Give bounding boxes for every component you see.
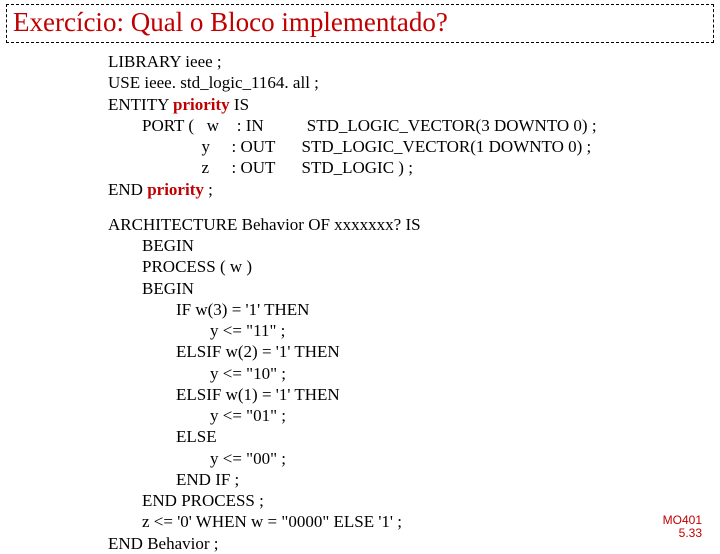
port-type: STD_LOGIC_VECTOR(3 DOWNTO 0) ; [307,115,597,136]
code-line: PROCESS ( w ) [108,256,700,277]
code-line: END Behavior ; [108,533,700,554]
code-line: y <= "01" ; [108,405,700,426]
entity-name: priority [173,95,230,114]
kw-end: END [108,180,147,199]
code-line: ENTITY priority IS [108,94,700,115]
code-line: IF w(3) = '1' THEN [108,299,700,320]
code-line: ELSIF w(1) = '1' THEN [108,384,700,405]
port-dir: : OUT [232,136,302,157]
port-spacer [142,136,202,157]
end-semi: ; [204,180,213,199]
code-line: LIBRARY ieee ; [108,51,700,72]
port-type: STD_LOGIC ) ; [302,157,413,178]
code-line: ELSIF w(2) = '1' THEN [108,341,700,362]
port-name: y [202,136,232,157]
code-line: USE ieee. std_logic_1164. all ; [108,72,700,93]
code-line: BEGIN [108,278,700,299]
port-dir: : IN [237,115,307,136]
kw-entity: ENTITY [108,95,173,114]
code-line: y <= "00" ; [108,448,700,469]
entity-name-end: priority [147,180,204,199]
code-line: END PROCESS ; [108,490,700,511]
title-box: Exercício: Qual o Bloco implementado? [6,4,714,43]
code-line: ELSE [108,426,700,447]
code-block: LIBRARY ieee ; USE ieee. std_logic_1164.… [108,51,700,554]
port-line: PORT ( w : IN STD_LOGIC_VECTOR(3 DOWNTO … [108,115,700,136]
code-line: END IF ; [108,469,700,490]
footer-course: MO401 [663,514,702,527]
slide-footer: MO401 5.33 [663,514,702,540]
code-line: ARCHITECTURE Behavior OF xxxxxxx? IS [108,214,700,235]
port-lead: PORT ( [142,115,207,136]
kw-is: IS [230,95,249,114]
port-type: STD_LOGIC_VECTOR(1 DOWNTO 0) ; [302,136,592,157]
port-line: y : OUT STD_LOGIC_VECTOR(1 DOWNTO 0) ; [108,136,700,157]
code-line: y <= "11" ; [108,320,700,341]
port-dir: : OUT [232,157,302,178]
port-name: w [207,115,237,136]
slide-title: Exercício: Qual o Bloco implementado? [13,7,448,37]
code-line: z <= '0' WHEN w = "0000" ELSE '1' ; [108,511,700,532]
port-spacer [142,157,202,178]
code-line: BEGIN [108,235,700,256]
port-line: z : OUT STD_LOGIC ) ; [108,157,700,178]
footer-page: 5.33 [663,527,702,540]
port-name: z [202,157,232,178]
blank-line [108,200,700,214]
code-line: END priority ; [108,179,700,200]
code-line: y <= "10" ; [108,363,700,384]
